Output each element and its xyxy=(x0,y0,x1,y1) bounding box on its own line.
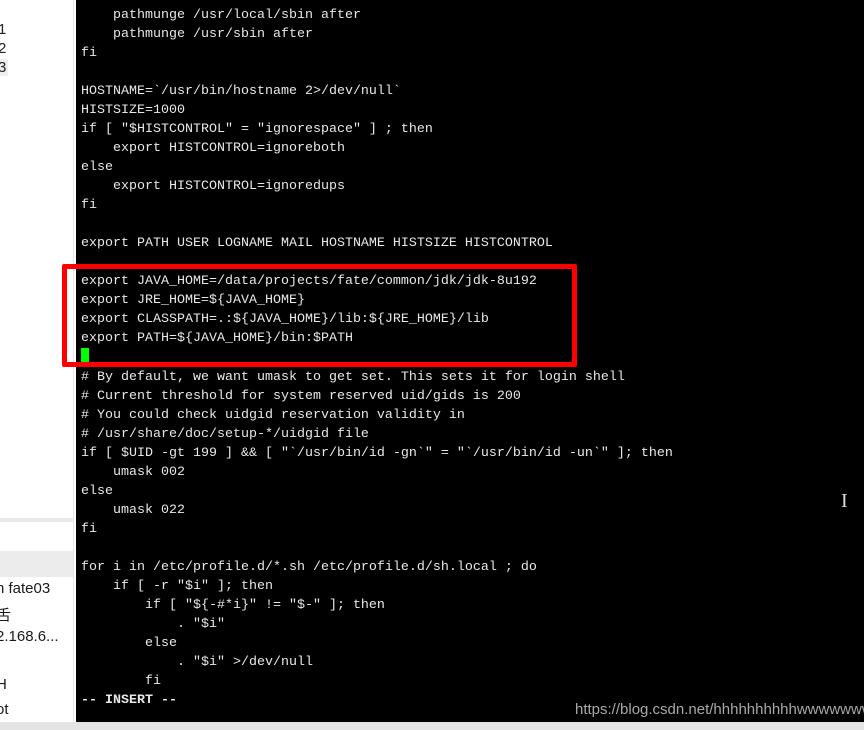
terminal-line: . "$i" xyxy=(81,617,225,632)
divider xyxy=(0,518,73,522)
terminal-line: if [ "$HISTCONTROL" = "ignorespace" ] ; … xyxy=(81,122,433,137)
terminal-line: export HISTCONTROL=ignoredups xyxy=(81,179,345,194)
terminal-line: HOSTNAME=`/usr/bin/hostname 2>/dev/null` xyxy=(81,84,401,99)
session-detail: 舌 xyxy=(0,607,12,624)
sidebar-item[interactable]: 1 xyxy=(0,21,6,38)
terminal-line: if [ -r "$i" ]; then xyxy=(81,579,273,594)
session-detail: 2.168.6... xyxy=(0,628,59,645)
terminal-line: # Current threshold for system reserved … xyxy=(81,389,521,404)
terminal-line: ​ xyxy=(81,539,673,558)
text-cursor-icon: I xyxy=(841,490,848,512)
terminal-line: # By default, we want umask to get set. … xyxy=(81,370,625,385)
session-detail: H xyxy=(0,676,7,693)
terminal-line: else xyxy=(81,484,113,499)
terminal-line: fi xyxy=(81,522,97,537)
terminal-line: . "$i" >/dev/null xyxy=(81,655,313,670)
terminal-line: export HISTCONTROL=ignoreboth xyxy=(81,141,345,156)
terminal-line: pathmunge /usr/sbin after xyxy=(81,27,313,42)
sidebar-item[interactable]: 3 xyxy=(0,59,9,76)
session-detail: n fate03 xyxy=(0,580,51,597)
terminal-line: pathmunge /usr/local/sbin after xyxy=(81,8,361,23)
terminal-line: else xyxy=(81,636,177,651)
terminal-line: ​ xyxy=(81,215,673,234)
terminal-line: fi xyxy=(81,46,97,61)
session-detail: ot xyxy=(0,701,9,718)
terminal-line: # /usr/share/doc/setup-*/uidgid file xyxy=(81,427,369,442)
terminal-line: # You could check uidgid reservation val… xyxy=(81,408,465,423)
sidebar-header xyxy=(0,551,73,577)
terminal-line: if [ "${-#*i}" != "$-" ]; then xyxy=(81,598,385,613)
terminal-line: HISTSIZE=1000 xyxy=(81,103,185,118)
terminal-line: fi xyxy=(81,198,97,213)
terminal-line: umask 002 xyxy=(81,465,185,480)
terminal-line: export PATH USER LOGNAME MAIL HOSTNAME H… xyxy=(81,236,553,251)
terminal-line: else xyxy=(81,160,113,175)
terminal-line: if [ $UID -gt 199 ] && [ "`/usr/bin/id -… xyxy=(81,446,673,461)
watermark: https://blog.csdn.net/hhhhhhhhhhwwwwwwww… xyxy=(575,701,864,718)
terminal-line: fi xyxy=(81,674,161,689)
terminal-line: ​ xyxy=(81,63,673,82)
terminal-line: for i in /etc/profile.d/*.sh /etc/profil… xyxy=(81,560,537,575)
terminal-line: umask 022 xyxy=(81,503,185,518)
highlight-box xyxy=(62,264,577,367)
sidebar-item[interactable]: 2 xyxy=(0,40,6,57)
status-bar xyxy=(0,722,864,730)
